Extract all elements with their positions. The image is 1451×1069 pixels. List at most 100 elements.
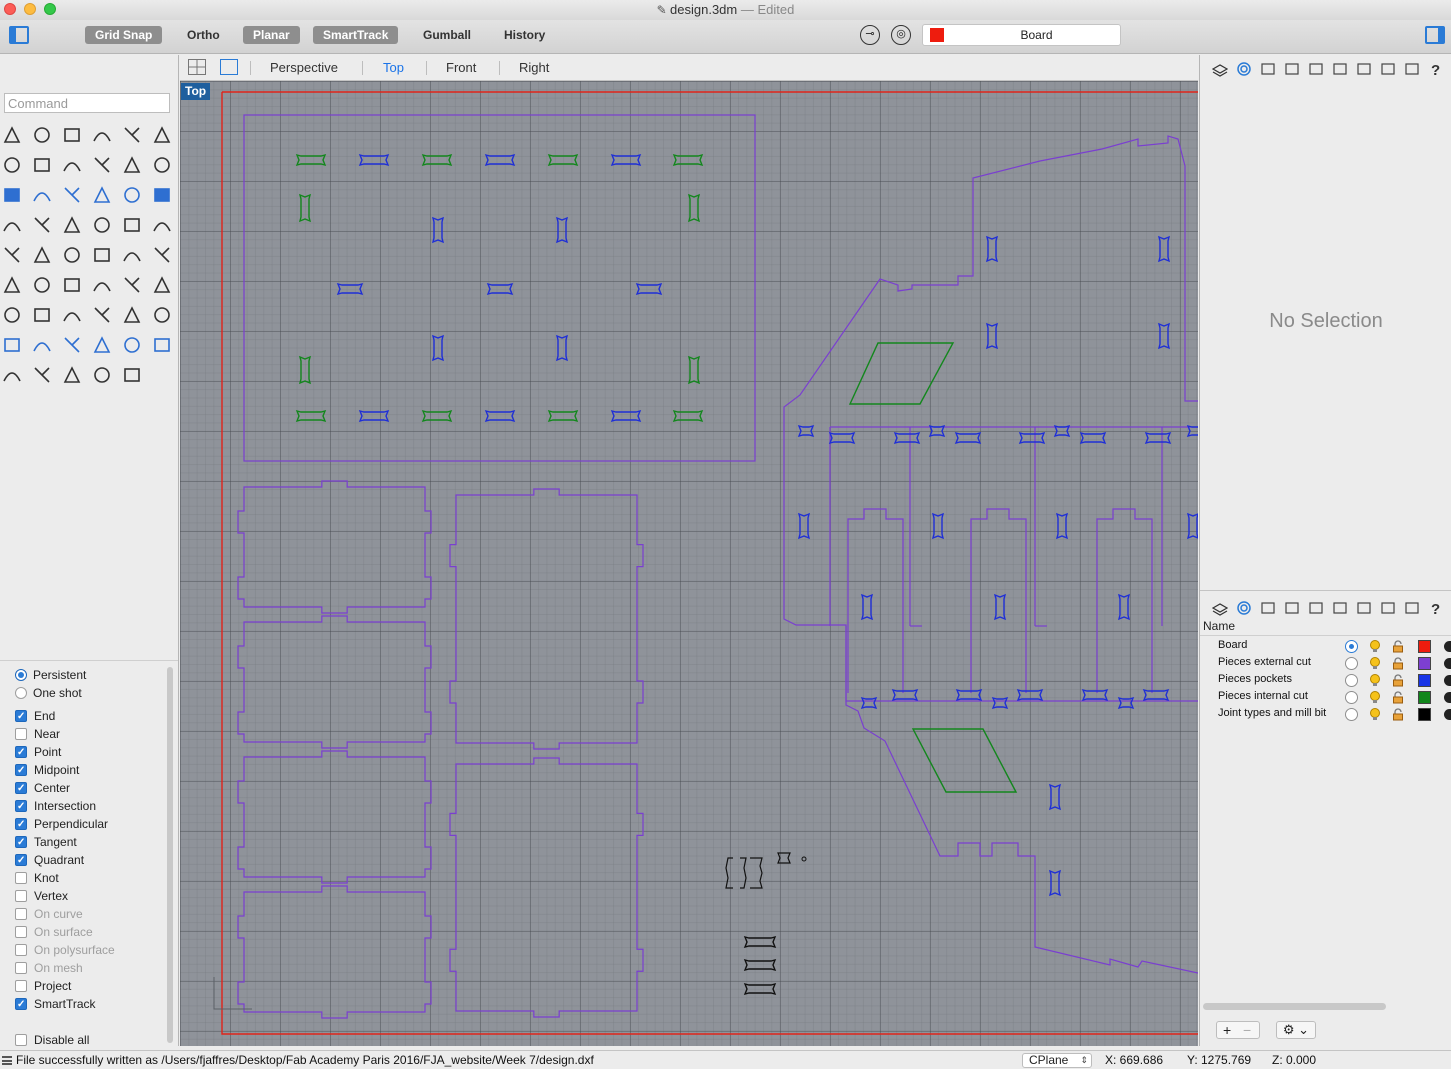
dogbone-pocket[interactable] bbox=[985, 322, 999, 350]
lightbulb-icon[interactable] bbox=[1369, 691, 1381, 704]
shaded-tool-icon[interactable] bbox=[30, 363, 54, 387]
analyze-tool-icon[interactable] bbox=[120, 273, 144, 297]
tab-perspective[interactable]: Perspective bbox=[270, 59, 338, 77]
lock-icon[interactable] bbox=[1392, 657, 1404, 670]
mill-bit-sample[interactable] bbox=[801, 856, 807, 862]
layer-material-icon[interactable] bbox=[1444, 709, 1451, 720]
side-panel-outline[interactable] bbox=[783, 135, 1198, 974]
layer-material-icon[interactable] bbox=[1444, 658, 1451, 669]
record-history-icon[interactable]: ◎ bbox=[891, 25, 911, 45]
camera-icon[interactable] bbox=[1308, 61, 1324, 77]
trim-tool-icon[interactable] bbox=[0, 213, 24, 237]
lightbulb-icon[interactable] bbox=[1369, 674, 1381, 687]
tab-top[interactable]: Top bbox=[383, 59, 404, 77]
zoom-extents-tool-icon[interactable] bbox=[60, 303, 84, 327]
current-layer-selector[interactable]: Board bbox=[922, 24, 1121, 46]
add-layer-icon[interactable]: + bbox=[1223, 1022, 1231, 1038]
hatch-tool-icon[interactable] bbox=[150, 243, 174, 267]
mirror-tool-icon[interactable] bbox=[90, 243, 114, 267]
dogbone-pocket[interactable] bbox=[1048, 783, 1062, 811]
grid-tool-icon[interactable] bbox=[0, 273, 24, 297]
zoom-window-tool-icon[interactable] bbox=[30, 303, 54, 327]
polyline-tool-icon[interactable] bbox=[60, 123, 84, 147]
layer-row[interactable]: Pieces pockets bbox=[1200, 672, 1451, 689]
layer-current-radio[interactable] bbox=[1345, 691, 1358, 704]
panel-outline[interactable] bbox=[237, 885, 432, 1019]
internal-cut-slot[interactable] bbox=[911, 728, 1018, 793]
dogbone-pocket[interactable] bbox=[547, 153, 579, 167]
dogbone-pocket[interactable] bbox=[954, 431, 982, 445]
dogbone-pocket[interactable] bbox=[421, 409, 453, 423]
dogbone-pocket[interactable] bbox=[931, 512, 945, 540]
display-icon[interactable] bbox=[1356, 600, 1372, 616]
joint-sample[interactable] bbox=[725, 857, 763, 889]
osnap-option[interactable]: SmartTrack bbox=[15, 995, 96, 1014]
layer-material-icon[interactable] bbox=[1444, 641, 1451, 652]
osnap-toggle-icon[interactable]: ⊸ bbox=[860, 25, 880, 45]
osnap-option[interactable]: Center bbox=[15, 779, 70, 798]
dogbone-pocket[interactable] bbox=[985, 235, 999, 263]
tab-front[interactable]: Front bbox=[446, 59, 476, 77]
dogbone-pocket[interactable] bbox=[431, 334, 445, 362]
osnap-option[interactable]: On polysurface bbox=[15, 941, 115, 959]
close-window-button[interactable] bbox=[4, 3, 16, 15]
internal-cut-slot[interactable] bbox=[848, 342, 955, 405]
osnap-persistent-option[interactable]: Persistent bbox=[15, 666, 86, 684]
arc-tool-icon[interactable] bbox=[90, 153, 114, 177]
lock-icon[interactable] bbox=[1392, 708, 1404, 721]
properties-icon[interactable] bbox=[1236, 600, 1252, 616]
osnap-option[interactable]: Quadrant bbox=[15, 851, 84, 870]
circle-tool-icon[interactable] bbox=[120, 123, 144, 147]
car-tool-icon[interactable] bbox=[150, 303, 174, 327]
lightbulb-icon[interactable] bbox=[1369, 708, 1381, 721]
extrude-tool-icon[interactable] bbox=[90, 183, 114, 207]
lock-icon[interactable] bbox=[1392, 640, 1404, 653]
grid-snap-button[interactable]: Grid Snap bbox=[85, 26, 163, 44]
frame-leg[interactable] bbox=[970, 508, 1027, 693]
layer-options-gear-icon[interactable]: ⚙ ⌄ bbox=[1276, 1021, 1316, 1039]
light-tool-icon[interactable] bbox=[60, 333, 84, 357]
dogbone-pocket[interactable] bbox=[1144, 431, 1172, 445]
dogbone-pocket[interactable] bbox=[1157, 235, 1171, 263]
dogbone-pocket[interactable] bbox=[797, 512, 811, 540]
dogbone-pocket[interactable] bbox=[672, 153, 704, 167]
dogbone-pocket[interactable] bbox=[484, 409, 516, 423]
polygon-tool-icon[interactable] bbox=[60, 153, 84, 177]
planar-button[interactable]: Planar bbox=[243, 26, 300, 44]
dogbone-pocket[interactable] bbox=[1055, 512, 1069, 540]
left-panel-toggle-icon[interactable] bbox=[9, 26, 29, 44]
dogbone-pocket[interactable] bbox=[358, 153, 390, 167]
boolean-tool-icon[interactable] bbox=[120, 183, 144, 207]
explode-tool-icon[interactable] bbox=[150, 183, 174, 207]
group-tool-icon[interactable] bbox=[90, 213, 114, 237]
dogbone-pocket[interactable] bbox=[860, 593, 874, 621]
panel-outline[interactable] bbox=[449, 757, 644, 1018]
dogbone-pocket[interactable] bbox=[1142, 688, 1170, 702]
ortho-button[interactable]: Ortho bbox=[177, 26, 230, 44]
osnap-option[interactable]: End bbox=[15, 707, 55, 726]
lightbulb-icon[interactable] bbox=[1369, 657, 1381, 670]
color-tool-icon[interactable] bbox=[150, 333, 174, 357]
dogbone-pocket[interactable] bbox=[336, 282, 364, 296]
join-tool-icon[interactable] bbox=[60, 213, 84, 237]
frame-rails[interactable] bbox=[829, 426, 1198, 702]
help-icon[interactable]: ? bbox=[1428, 600, 1444, 618]
dogbone-pocket[interactable] bbox=[484, 153, 516, 167]
layer-color-swatch[interactable] bbox=[1418, 708, 1431, 721]
history-button[interactable]: History bbox=[494, 26, 555, 44]
panel-outline[interactable] bbox=[237, 750, 432, 884]
dogbone-pocket[interactable] bbox=[993, 593, 1007, 621]
top-viewport[interactable]: Top bbox=[180, 81, 1198, 1046]
display-icon[interactable] bbox=[1356, 61, 1372, 77]
layer-current-radio[interactable] bbox=[1345, 657, 1358, 670]
dogbone-pocket[interactable] bbox=[431, 216, 445, 244]
dogbone-pocket[interactable] bbox=[1081, 688, 1109, 702]
dogbone-pocket[interactable] bbox=[687, 193, 701, 223]
dogbone-pocket[interactable] bbox=[1157, 322, 1171, 350]
plane-tool-icon[interactable] bbox=[0, 333, 24, 357]
layers-name-column-header[interactable]: Name bbox=[1203, 619, 1235, 633]
board-outline[interactable] bbox=[221, 91, 1198, 1035]
point-tool-icon[interactable] bbox=[30, 123, 54, 147]
solid-tool-icon[interactable] bbox=[120, 243, 144, 267]
osnap-option[interactable]: Point bbox=[15, 743, 61, 762]
